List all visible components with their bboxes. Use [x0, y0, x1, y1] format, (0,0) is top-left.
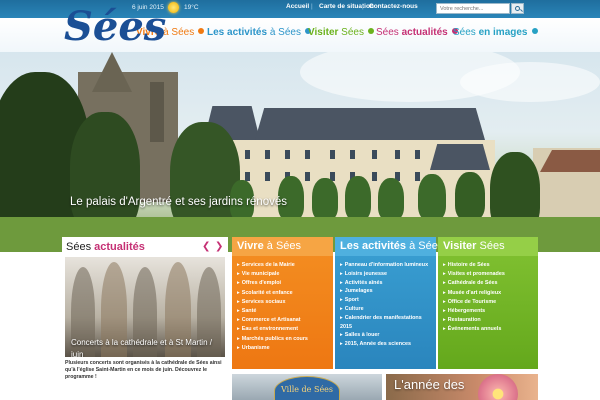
panel-visiter-list: ▸ Histoire de Sées ▸ Visites et promenades…	[443, 261, 505, 335]
list-item[interactable]: ▸ Jumelages	[340, 287, 434, 296]
arrow-right-icon: ▸	[443, 280, 446, 287]
tile-ville-de-sees[interactable]: Ville de Sées	[232, 374, 382, 400]
arrow-right-icon: ▸	[237, 298, 240, 305]
news-caption: Concerts à la cathédrale et à St Martin …	[71, 338, 212, 357]
arrow-right-icon: ▸	[340, 270, 343, 277]
panel-activites-list: ▸ Panneau d'information lumineux ▸ Loisirs…	[340, 261, 434, 349]
arrow-right-icon: ▸	[340, 332, 343, 339]
arrow-right-icon: ▸	[340, 262, 343, 268]
list-item[interactable]: ▸ Musée d'art religieux	[443, 289, 505, 298]
list-item[interactable]: ▸ Cathédrale de Sées	[443, 279, 505, 288]
arrow-right-icon: ▸	[237, 317, 240, 324]
search-input[interactable]	[436, 3, 510, 14]
news-box: Sées actualités ❮ ❯ Concerts à la cathéd…	[62, 237, 228, 400]
arrow-right-icon: ▸	[237, 326, 240, 333]
separator: |	[311, 3, 313, 10]
chevron-right-icon[interactable]: ❯	[215, 242, 224, 252]
list-item[interactable]: ▸ Services sociaux	[237, 298, 308, 307]
arrow-right-icon: ▸	[237, 344, 240, 351]
list-item[interactable]: ▸ Eau et environnement	[237, 325, 308, 334]
arrow-right-icon: ▸	[443, 298, 446, 305]
arrow-right-icon: ▸	[340, 305, 343, 312]
castle-roof	[255, 108, 485, 140]
list-item[interactable]: ▸ Événements annuels	[443, 325, 505, 334]
chevron-left-icon[interactable]: ❮	[202, 242, 211, 252]
panel-vivre-title[interactable]: Vivre à Sées	[237, 240, 301, 252]
arrow-right-icon: ▸	[237, 335, 240, 342]
tile-annee[interactable]: L'année des	[386, 374, 538, 400]
nav-dot-icon	[367, 28, 374, 34]
home-link[interactable]: Accueil	[286, 3, 309, 10]
list-item[interactable]: ▸ Panneau d'information lumineux	[340, 261, 434, 270]
list-item[interactable]: ▸ Restauration	[443, 316, 505, 325]
panel-visiter-title[interactable]: Visiter Sées	[443, 240, 505, 252]
sun-weather-icon	[168, 2, 179, 13]
town-seal-icon: Ville de Sées	[274, 376, 340, 400]
arrow-right-icon: ▸	[443, 262, 446, 268]
arrow-right-icon: ▸	[340, 341, 343, 348]
arrow-right-icon: ▸	[237, 289, 240, 296]
arrow-right-icon: ▸	[340, 288, 343, 295]
nav-dot-icon	[531, 28, 538, 34]
separator: |	[362, 3, 364, 10]
list-item[interactable]: ▸ Offres d'emploi	[237, 279, 308, 288]
list-item[interactable]: ▸ Hébergements	[443, 307, 505, 316]
arrow-right-icon: ▸	[443, 271, 446, 278]
site-logo[interactable]: Sées	[64, 0, 166, 54]
list-item[interactable]: ▸ Visites et promenades	[443, 270, 505, 279]
list-item[interactable]: ▸ Sport	[340, 296, 434, 305]
search-icon	[515, 6, 520, 11]
flower-image	[478, 374, 518, 400]
arrow-right-icon: ▸	[340, 279, 343, 286]
news-photo[interactable]: Concerts à la cathédrale et à St Martin …	[65, 257, 225, 357]
list-item[interactable]: ▸ Activités aînés	[340, 279, 434, 288]
arrow-right-icon: ▸	[340, 314, 343, 321]
nav-visiter[interactable]: Visiter Sées	[308, 27, 374, 38]
panel-visiter: Visiter Sées ▸ Histoire de Sées ▸ Visites …	[438, 237, 538, 369]
list-item[interactable]: ▸ Histoire de Sées	[443, 261, 505, 270]
list-item[interactable]: ▸ Commerce et Artisanat	[237, 316, 308, 325]
arrow-right-icon: ▸	[443, 326, 446, 333]
panel-vivre: Vivre à Sées ▸ Services de la Mairie ▸ Vie…	[232, 237, 333, 369]
arrow-right-icon: ▸	[443, 308, 446, 315]
hero-caption: Le palais d'Argentré et ses jardins réno…	[70, 196, 287, 208]
arrow-right-icon: ▸	[340, 297, 343, 304]
list-item[interactable]: ▸ Calendrier des manifestations 2015	[340, 314, 434, 332]
list-item[interactable]: ▸ 2015, Année des sciences	[340, 340, 434, 349]
nav-activites[interactable]: Les activités à Sées	[207, 27, 311, 38]
list-item[interactable]: ▸ Marchés publics en cours	[237, 335, 308, 344]
temperature-display: 19°C	[184, 4, 199, 11]
list-item[interactable]: ▸ Culture	[340, 305, 434, 314]
list-item[interactable]: ▸ Urbanisme	[237, 344, 308, 353]
contact-link[interactable]: Contactez-nous	[369, 3, 418, 10]
hero-banner[interactable]: Le palais d'Argentré et ses jardins réno…	[0, 52, 600, 252]
panel-vivre-list: ▸ Services de la Mairie ▸ Vie municipale ▸…	[237, 261, 308, 353]
nav-actualites[interactable]: Sées actualités	[376, 27, 458, 38]
arrow-right-icon: ▸	[443, 289, 446, 296]
nav-images[interactable]: Sées en images	[453, 27, 538, 38]
list-item[interactable]: ▸ Services de la Mairie	[237, 261, 308, 270]
arrow-right-icon: ▸	[237, 271, 240, 278]
news-text: Plusieurs concerts sont organisés à la c…	[65, 360, 222, 380]
arrow-right-icon: ▸	[443, 317, 446, 324]
nav-dot-icon	[198, 28, 205, 34]
arrow-right-icon: ▸	[237, 280, 240, 287]
list-item[interactable]: ▸ Scolarité et enfance	[237, 289, 308, 298]
panel-activites-title[interactable]: Les activités à Sées	[340, 240, 443, 252]
map-link[interactable]: Carte de situation	[319, 3, 374, 10]
list-item[interactable]: ▸ Office de Tourisme	[443, 298, 505, 307]
arrow-right-icon: ▸	[237, 262, 240, 268]
search-button[interactable]	[511, 3, 524, 14]
panel-activites: Les activités à Sées ▸ Panneau d'informat…	[335, 237, 443, 369]
arrow-right-icon: ▸	[237, 308, 240, 315]
tile-annee-title: L'année des	[394, 377, 465, 392]
list-item[interactable]: ▸ Loisirs jeunesse	[340, 270, 434, 279]
list-item[interactable]: ▸ Santé	[237, 307, 308, 316]
news-title: Sées actualités	[66, 241, 145, 253]
list-item[interactable]: ▸ Vie municipale	[237, 270, 308, 279]
list-item[interactable]: ▸ Salles à louer	[340, 331, 434, 340]
